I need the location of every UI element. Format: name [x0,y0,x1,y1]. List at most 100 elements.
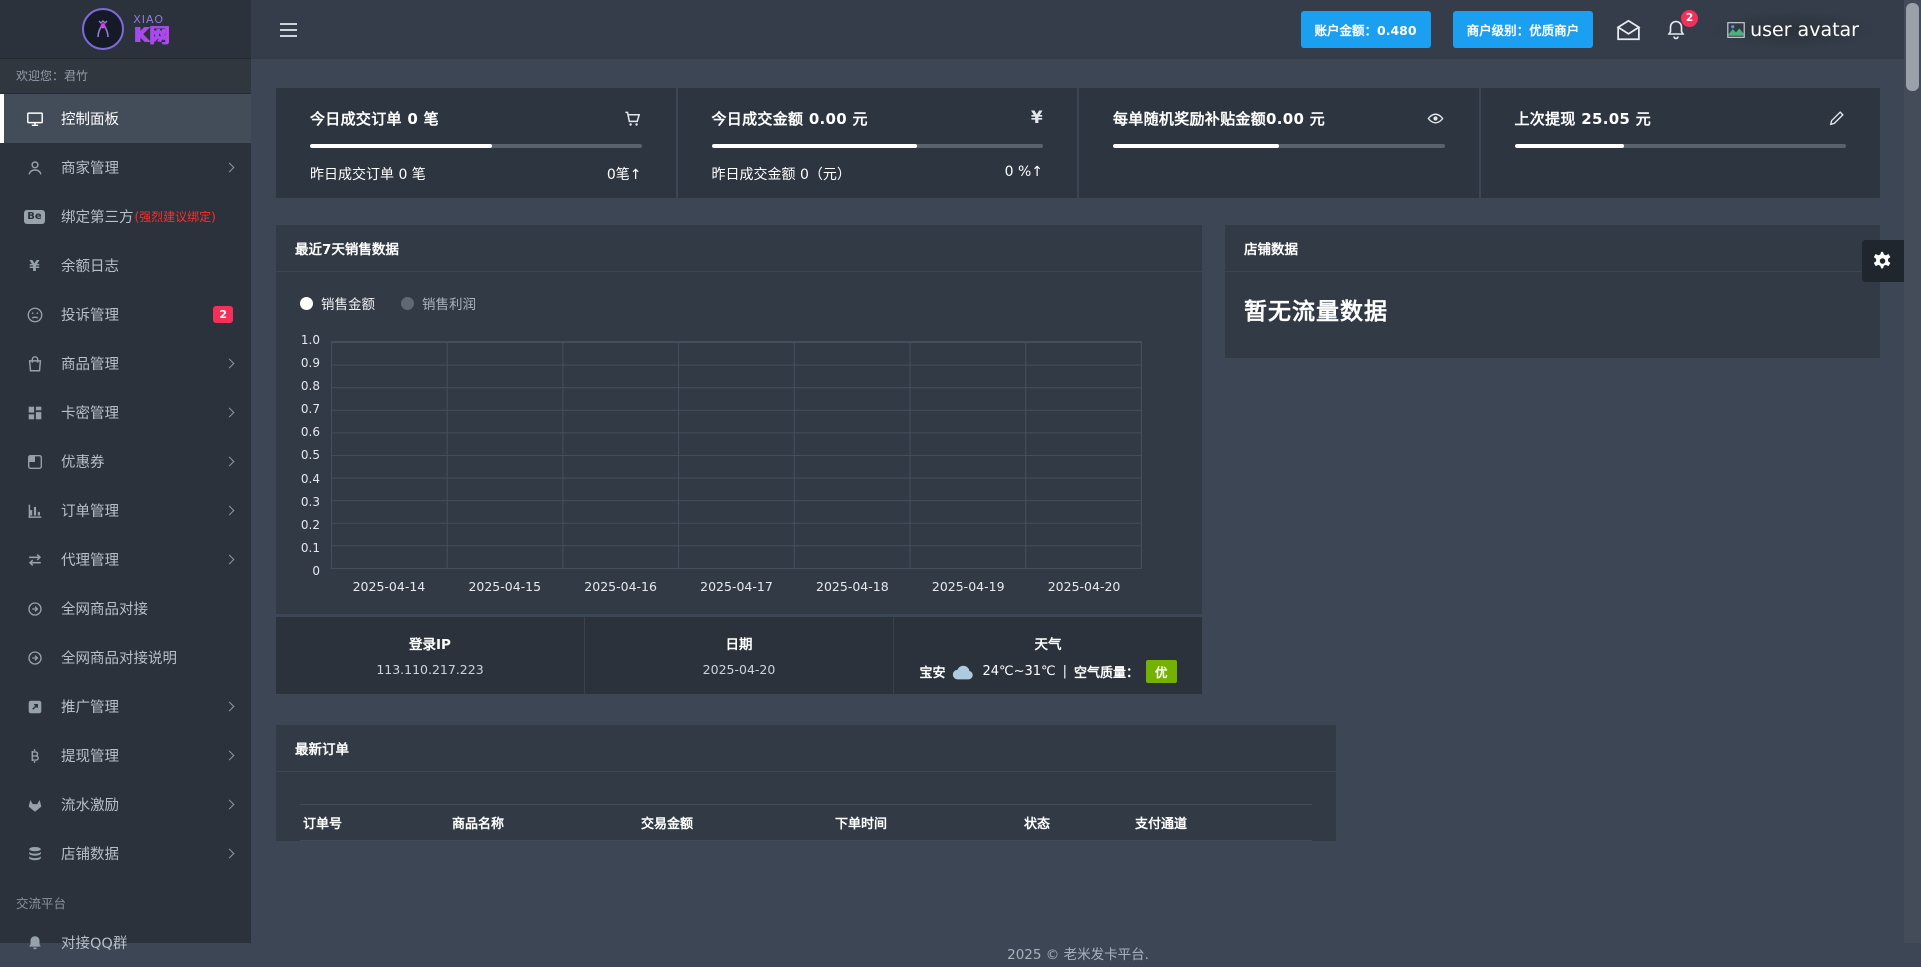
sidebar-item-complaints[interactable]: 投诉管理 2 [0,290,251,339]
login-ip-cell: 登录IP 113.110.217.223 [276,617,585,694]
weather-city: 宝安 [919,666,946,681]
notifications-bell-icon[interactable]: 2 [1664,9,1699,42]
sidebar-item-coupons[interactable]: 优惠券 [0,437,251,486]
frown-icon [24,306,45,324]
sidebar-item-agents[interactable]: 代理管理 [0,535,251,584]
sidebar-item-merchant[interactable]: 商家管理 [0,143,251,192]
sidebar-item-product-link[interactable]: 全网商品对接 [0,584,251,633]
stat-card-sub-left: 昨日成交金额 0（元） [711,167,851,183]
chevron-right-icon [224,162,235,173]
sidebar-item-balance-log[interactable]: ¥ 余额日志 [0,241,251,290]
sidebar-item-label: 优惠券 [61,455,105,471]
weather-cell: 天气 宝安 24℃~31℃ | 空气质量： 优 [894,617,1202,694]
sales-chart-title: 最近7天销售数据 [276,225,1202,272]
brand-logo[interactable]: XIAO K网 [0,0,251,59]
stat-progress-fill [1514,144,1624,148]
air-quality-label: 空气质量： [1074,666,1140,681]
user-avatar[interactable]: user avatar [1710,10,1875,49]
settings-gear-button[interactable] [1862,240,1904,282]
sidebar-item-label: 余额日志 [61,259,119,275]
sales-chart-panel: 最近7天销售数据 销售金额 销售利润 1.0 0.9 0.8 0.7 0.6 0.5 0.4… [276,225,1202,614]
sidebar-item-products[interactable]: 商品管理 [0,339,251,388]
sidebar-item-label: 商品管理 [61,357,119,373]
scrollbar[interactable] [1904,0,1921,943]
hamburger-menu-icon[interactable] [279,22,298,38]
stat-progress-track [711,144,1043,148]
chevron-right-icon [224,505,235,516]
sidebar-item-card-keys[interactable]: 卡密管理 [0,388,251,437]
stat-card-today-amount: 今日成交金额 0.00 元 ¥ 昨日成交金额 0（元） 0 %↑ [677,88,1077,198]
sidebar-item-label: 全网商品对接说明 [61,651,177,667]
external-link-icon [24,698,45,716]
gear-icon [1873,251,1891,269]
sidebar-item-label: 订单管理 [61,504,119,520]
stat-card-today-orders: 今日成交订单 0 笔 昨日成交订单 0 笔 0笔↑ [276,88,676,198]
sidebar-item-shop-data[interactable]: 店铺数据 [0,829,251,878]
merchant-level-button[interactable]: 商户级别：优质商户 [1452,11,1594,48]
chevron-right-icon [224,407,235,418]
chevron-right-icon [224,750,235,761]
stat-card-title: 上次提现 25.05 元 [1514,109,1651,128]
chevron-right-icon [224,554,235,565]
swap-icon [24,551,45,569]
user-icon [24,159,45,177]
legend-sales-profit[interactable]: 销售利润 [401,293,476,313]
column-header: 下单时间 [835,817,888,832]
stat-cards-row: 今日成交订单 0 笔 昨日成交订单 0 笔 0笔↑ 今日成交金额 0.00 元 … [276,88,1880,198]
broken-image-icon [1727,21,1745,38]
welcome-text: 欢迎您：君竹 [0,59,251,94]
sidebar-item-withdrawal[interactable]: 提现管理 [0,731,251,780]
bitcoin-icon [24,747,45,765]
main-content: 今日成交订单 0 笔 昨日成交订单 0 笔 0笔↑ 今日成交金额 0.00 元 … [251,59,1904,963]
sidebar-item-promotion[interactable]: 推广管理 [0,682,251,731]
shop-data-empty-text: 暂无流量数据 [1244,299,1388,325]
column-header: 交易金额 [641,817,694,832]
stat-card-last-withdrawal: 上次提现 25.05 元 [1480,88,1880,198]
brand-name-bottom: K网 [133,22,169,47]
cloud-icon [953,665,974,679]
stat-progress-track [1514,144,1846,148]
sales-chart: 1.0 0.9 0.8 0.7 0.6 0.5 0.4 0.3 0.2 0.1 0 2025-04-… [276,333,1202,614]
stat-card-sub-left: 昨日成交订单 0 笔 [310,167,426,183]
login-ip-value: 113.110.217.223 [376,662,484,677]
yen-icon: ¥ [29,256,40,275]
weather-temp: 24℃~31℃ [982,664,1056,679]
brand-logo-icon [82,8,125,50]
stat-card-random-reward: 每单随机奖励补贴金额0.00 元 [1079,88,1479,198]
chevron-right-icon [224,799,235,810]
sidebar-menu: 控制面板 商家管理 Be 绑定第三方 (强烈建议绑定) ¥ 余额日志 投诉管理 … [0,94,251,967]
sidebar-item-orders[interactable]: 订单管理 [0,486,251,535]
weather-label: 天气 [1034,637,1062,653]
column-header: 状态 [1024,817,1051,832]
stat-card-title: 每单随机奖励补贴金额0.00 元 [1113,109,1326,128]
pen-icon [1828,109,1846,127]
sidebar-item-label: 投诉管理 [61,308,119,324]
legend-sales-amount[interactable]: 销售金额 [300,293,375,313]
chart-plot-grid [331,341,1142,569]
sidebar-item-bind-third-party[interactable]: Be 绑定第三方 (强烈建议绑定) [0,192,251,241]
shop-data-title: 店铺数据 [1225,225,1880,272]
sidebar-item-label: 店铺数据 [61,847,119,863]
sidebar-item-label: 全网商品对接 [61,602,148,618]
gitlab-icon [24,796,45,814]
sidebar-item-product-link-docs[interactable]: 全网商品对接说明 [0,633,251,682]
sidebar-item-label: 推广管理 [61,700,119,716]
shop-data-panel: 店铺数据 暂无流量数据 [1225,225,1880,358]
chevron-right-icon [224,456,235,467]
sidebar-item-turnover-rewards[interactable]: 流水激励 [0,780,251,829]
chart-legend: 销售金额 销售利润 [276,272,1202,313]
sidebar-item-dashboard[interactable]: 控制面板 [0,94,251,143]
coupon-icon [24,453,45,471]
column-header: 支付通道 [1135,817,1188,832]
date-label: 日期 [725,637,753,653]
behance-icon: Be [24,209,45,224]
latest-orders-panel: 最新订单 订单号 商品名称 交易金额 下单时间 状态 支付通道 [276,725,1336,841]
yen-icon: ¥ [1030,108,1043,128]
messages-envelope-icon[interactable] [1615,18,1642,42]
bind-warning-note: (强烈建议绑定) [134,210,216,224]
arrow-circle-icon [24,650,45,666]
account-balance-button[interactable]: 账户金额：0.480 [1300,11,1431,48]
database-icon [24,845,45,863]
shopping-bag-icon [24,355,45,373]
scrollbar-thumb[interactable] [1906,3,1919,91]
